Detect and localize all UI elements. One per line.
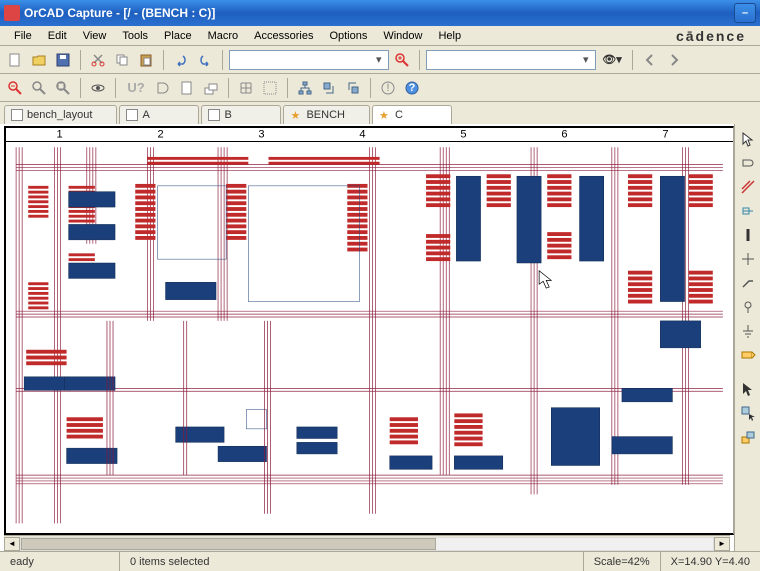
drc-icon[interactable]: !: [377, 77, 399, 99]
toolbar-main: ▾ ▾ 👁 ▾: [0, 46, 760, 74]
app-icon: [4, 5, 20, 21]
workspace: 1 2 3 4 5 6 7: [0, 124, 760, 551]
place-bus-tool[interactable]: [737, 224, 759, 246]
menu-macro[interactable]: Macro: [200, 28, 247, 44]
status-scale: Scale=42%: [584, 552, 661, 571]
star-icon: ★: [379, 109, 391, 121]
next-button[interactable]: [663, 49, 685, 71]
dropdown-icon[interactable]: ▾: [578, 53, 593, 66]
zoom-in-button[interactable]: [391, 49, 413, 71]
schematic-drawing: 1 2 3 4 5 6 7: [6, 128, 733, 533]
svg-text:?: ?: [409, 82, 416, 94]
status-coords: X=14.90 Y=4.40: [661, 552, 760, 571]
page-icon[interactable]: [176, 77, 198, 99]
menu-options[interactable]: Options: [321, 28, 375, 44]
area-select-tool[interactable]: [737, 402, 759, 424]
dropdown-icon[interactable]: ▾: [372, 53, 387, 66]
select-tool[interactable]: [737, 128, 759, 150]
scroll-left-button[interactable]: ◄: [4, 537, 20, 551]
navigate-down-icon[interactable]: [342, 77, 364, 99]
menu-accessories[interactable]: Accessories: [246, 28, 321, 44]
menu-bar: File Edit View Tools Place Macro Accesso…: [0, 26, 760, 46]
tab-b[interactable]: B: [201, 105, 281, 124]
tab-c[interactable]: ★C: [372, 105, 452, 124]
save-button[interactable]: [52, 49, 74, 71]
star-icon: ★: [290, 109, 302, 121]
svg-text:2: 2: [157, 129, 163, 141]
misc-tool[interactable]: [737, 426, 759, 448]
layers-icon[interactable]: [200, 77, 222, 99]
svg-text:7: 7: [662, 129, 668, 141]
minimize-button[interactable]: –: [734, 3, 756, 23]
cut-button[interactable]: [87, 49, 109, 71]
cursor-icon: [539, 271, 551, 288]
drawing-palette: [734, 124, 760, 551]
svg-text:3: 3: [258, 129, 264, 141]
menu-tools[interactable]: Tools: [114, 28, 156, 44]
status-ready: eady: [0, 552, 120, 571]
window-title: OrCAD Capture - [/ - (BENCH : C)]: [24, 6, 215, 20]
place-power-tool[interactable]: [737, 296, 759, 318]
title-bar: OrCAD Capture - [/ - (BENCH : C)] –: [0, 0, 760, 26]
tab-bench[interactable]: ★BENCH: [283, 105, 370, 124]
eye-icon[interactable]: [87, 77, 109, 99]
open-button[interactable]: [28, 49, 50, 71]
find-combo[interactable]: ▾: [426, 50, 596, 70]
menu-view[interactable]: View: [75, 28, 115, 44]
find-input[interactable]: [429, 54, 578, 66]
scroll-track[interactable]: [20, 537, 714, 551]
gate-icon[interactable]: [152, 77, 174, 99]
svg-text:6: 6: [561, 129, 567, 141]
place-part-tool[interactable]: [737, 152, 759, 174]
part-search-input[interactable]: [232, 54, 372, 66]
place-bus-entry-tool[interactable]: [737, 272, 759, 294]
tab-bench-layout[interactable]: bench_layout: [4, 105, 117, 124]
zoom-out-button[interactable]: [4, 77, 26, 99]
page-icon: [126, 109, 138, 121]
navigate-up-icon[interactable]: [318, 77, 340, 99]
status-selection: 0 items selected: [120, 552, 584, 571]
svg-text:4: 4: [359, 129, 365, 141]
copy-button[interactable]: [111, 49, 133, 71]
page-icon: [11, 109, 23, 121]
binoculars-button[interactable]: 👁 ▾: [598, 49, 626, 71]
menu-window[interactable]: Window: [375, 28, 430, 44]
help-button[interactable]: ?: [401, 77, 423, 99]
grid-button[interactable]: [259, 77, 281, 99]
paste-button[interactable]: [135, 49, 157, 71]
menu-help[interactable]: Help: [430, 28, 469, 44]
redo-button[interactable]: [194, 49, 216, 71]
place-wire-tool[interactable]: [737, 176, 759, 198]
refdes-button[interactable]: U?: [122, 77, 150, 99]
status-bar: eady 0 items selected Scale=42% X=14.90 …: [0, 551, 760, 571]
place-port-tool[interactable]: [737, 344, 759, 366]
toolbar-zoom: U? ! ?: [0, 74, 760, 102]
place-junction-tool[interactable]: [737, 248, 759, 270]
svg-text:5: 5: [460, 129, 466, 141]
page-icon: [208, 109, 220, 121]
snap-grid-button[interactable]: [235, 77, 257, 99]
prev-button[interactable]: [639, 49, 661, 71]
document-tabs: bench_layout A B ★BENCH ★C: [0, 102, 760, 124]
zoom-fit-button[interactable]: [52, 77, 74, 99]
select-arrow-tool[interactable]: [737, 378, 759, 400]
menu-edit[interactable]: Edit: [40, 28, 75, 44]
horizontal-scrollbar[interactable]: ◄ ►: [4, 535, 730, 551]
zoom-area-button[interactable]: [28, 77, 50, 99]
hierarchy-icon[interactable]: [294, 77, 316, 99]
schematic-canvas[interactable]: 1 2 3 4 5 6 7: [4, 126, 734, 535]
svg-text:!: !: [386, 82, 389, 94]
menu-place[interactable]: Place: [156, 28, 200, 44]
new-button[interactable]: [4, 49, 26, 71]
place-net-tool[interactable]: [737, 200, 759, 222]
place-ground-tool[interactable]: [737, 320, 759, 342]
part-search-combo[interactable]: ▾: [229, 50, 389, 70]
tab-a[interactable]: A: [119, 105, 199, 124]
brand-logo: cādence: [676, 28, 754, 44]
scroll-thumb[interactable]: [21, 538, 436, 550]
menu-file[interactable]: File: [6, 28, 40, 44]
scroll-right-button[interactable]: ►: [714, 537, 730, 551]
undo-button[interactable]: [170, 49, 192, 71]
svg-text:1: 1: [56, 129, 62, 141]
